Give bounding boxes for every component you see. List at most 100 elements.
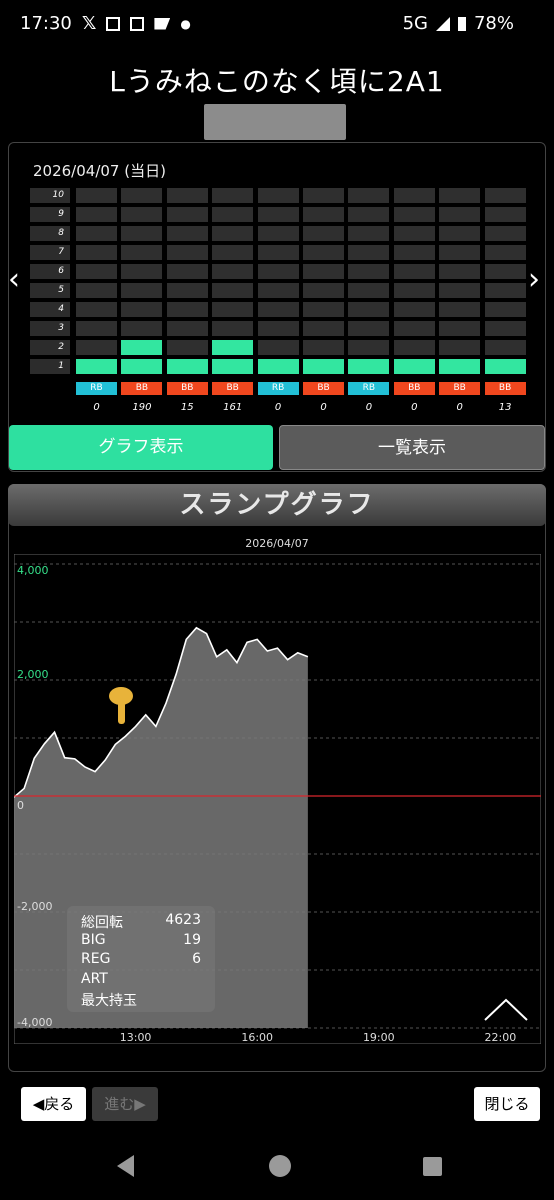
nav-home-icon (269, 1155, 291, 1177)
stat-value: 19 (183, 931, 201, 948)
forward-button[interactable]: 進む▶ (92, 1087, 158, 1121)
stat-row: 総回転 4623 (81, 912, 201, 932)
grid-cell (257, 321, 299, 336)
bonus-type-badge: BB (484, 382, 526, 395)
system-nav-bar (117, 1155, 442, 1177)
grid-cell (484, 264, 526, 279)
stat-row: ART (81, 971, 201, 991)
grid-cell (166, 188, 208, 203)
status-time: 17:30 (20, 13, 72, 34)
grid-cell (166, 321, 208, 336)
grid-cell (257, 245, 299, 260)
tab-graph[interactable]: グラフ表示 (9, 425, 273, 470)
calendar-date: 2026/04/07 (当日) (33, 162, 166, 180)
stat-row: BIG 19 (81, 932, 201, 952)
grid-cell (257, 207, 299, 222)
status-bar: 17:30 𝕏 ● 5G 78% (0, 0, 554, 50)
grid-cell (166, 283, 208, 298)
chevron-up-icon[interactable] (483, 996, 529, 1022)
grid-cell (484, 188, 526, 203)
grid-row-label: 8 (30, 226, 70, 241)
grid-cell (121, 188, 163, 203)
tab-list[interactable]: 一覧表示 (279, 425, 545, 470)
grid-cell (212, 321, 254, 336)
grid-cell (303, 188, 344, 203)
nav-recents-icon (423, 1157, 442, 1176)
grid-cell (212, 302, 254, 317)
grid-cell (121, 226, 163, 241)
grid-cell (484, 207, 526, 222)
grid-cell (393, 283, 435, 298)
x-icon: 𝕏 (81, 13, 97, 34)
grid-cell (439, 340, 481, 355)
grid-cell (121, 321, 163, 336)
grid-cell (484, 226, 526, 241)
grid-cell (393, 264, 435, 279)
battery-level: 78% (473, 13, 514, 34)
grid-cell (484, 283, 526, 298)
grid-cell (348, 321, 390, 336)
grid-cell (121, 207, 163, 222)
bonus-type-badge: BB (212, 382, 254, 395)
bonus-count: 0 (456, 402, 463, 413)
prev-day-arrow[interactable]: ‹ (8, 262, 20, 297)
grid-cell (484, 359, 526, 374)
stats-box: 総回転 4623 BIG 19 REG 6 ART 最大持玉 (67, 906, 215, 1012)
stat-label: BIG (81, 931, 106, 948)
grid-cell (303, 207, 344, 222)
bonus-type-badge: RB (76, 382, 117, 395)
grid-row-label: 5 (30, 283, 70, 298)
grid-cell (439, 188, 481, 203)
grid-cell (303, 283, 344, 298)
bonus-count: 0 (365, 402, 373, 413)
grid-cell (439, 359, 481, 374)
grid-cell (484, 245, 526, 260)
bonus-count: 0 (411, 402, 418, 413)
bonus-type-badge: BB (439, 382, 481, 395)
grid-cell (348, 245, 390, 260)
grid-cell (348, 188, 390, 203)
stat-row: 最大持玉 (81, 990, 201, 1010)
grid-cell (76, 245, 117, 260)
bonus-count: 190 (132, 402, 152, 413)
stat-label: 総回転 (81, 915, 123, 931)
signal-icon (435, 16, 450, 31)
grid-cell (212, 283, 254, 298)
bonus-count: 15 (180, 402, 194, 413)
grid-cell (303, 302, 344, 317)
bonus-count: 0 (93, 402, 100, 413)
grid-cell (212, 226, 254, 241)
grid-cell (212, 245, 254, 260)
grid-cell (439, 283, 481, 298)
bonus-count: 161 (223, 402, 243, 413)
slump-graph-title: スランプグラフ (8, 484, 546, 526)
x-tick-label: 19:00 (363, 1031, 395, 1044)
redacted-block (204, 104, 346, 140)
close-button[interactable]: 閉じる (474, 1087, 540, 1121)
grid-cell (484, 302, 526, 317)
grid-cell (76, 359, 117, 374)
grid-cell (166, 226, 208, 241)
grid-cell (348, 207, 390, 222)
grid-cell (76, 321, 117, 336)
stat-value: 4623 (165, 912, 201, 928)
grid-cell (76, 340, 117, 355)
grid-cell (121, 264, 163, 279)
grid-cell (393, 207, 435, 222)
graph-date: 2026/04/07 (245, 537, 309, 550)
grid-row-label: 7 (30, 245, 70, 260)
bonus-count: 13 (498, 402, 512, 413)
back-button[interactable]: ◀戻る (21, 1087, 86, 1121)
grid-cell (484, 321, 526, 336)
grid-cell (348, 302, 390, 317)
grid-cell (348, 264, 390, 279)
grid-cell (393, 321, 435, 336)
grid-cell (166, 245, 208, 260)
grid-cell (257, 283, 299, 298)
grid-cell (439, 207, 481, 222)
grid-cell (393, 188, 435, 203)
y-tick-label: -2,000 (17, 900, 52, 913)
grid-cell (257, 359, 299, 374)
grid-cell (303, 245, 344, 260)
next-day-arrow[interactable]: › (528, 262, 540, 297)
